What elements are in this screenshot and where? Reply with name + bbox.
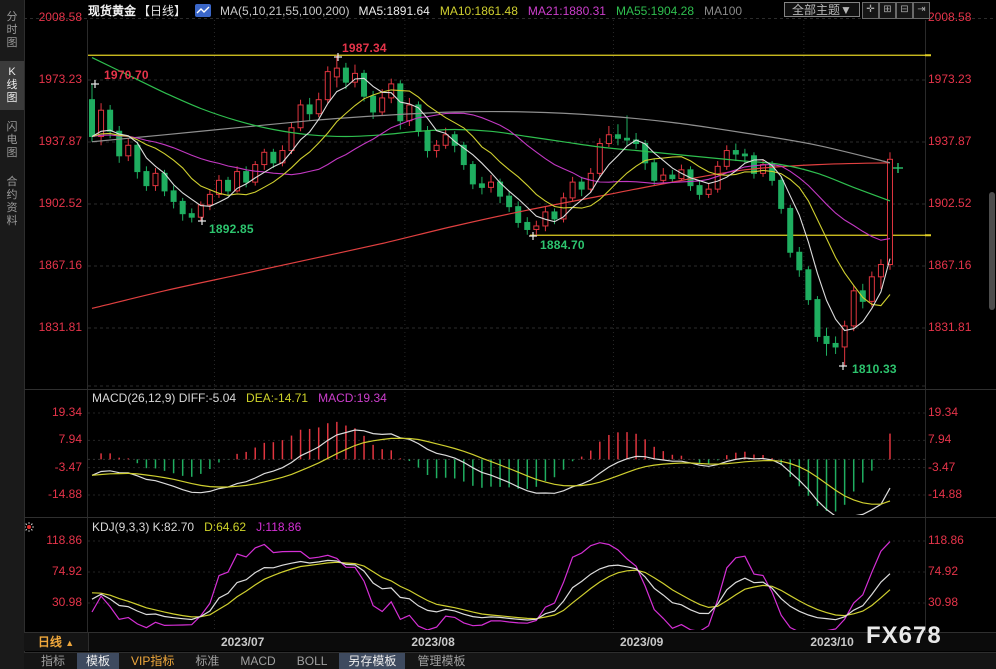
date-label: 2023/10 [810,635,853,649]
indicator-value-label: D:64.62 [204,520,246,534]
price-tick-left: 1831.81 [22,320,82,334]
price-tick-right: 1973.23 [928,72,988,86]
macd-tick-right: 7.94 [928,432,988,446]
bottom-tab-3[interactable]: 标准 [186,653,228,669]
ma-value-label: MA5:1891.64 [358,4,429,18]
watermark: FX678 [866,622,942,650]
indicator-value-label: J:118.86 [256,520,301,534]
indicator-value-label: MACD(26,12,9) DIFF:-5.04 [92,391,236,405]
top-header: 现货黄金 【日线】 MA(5,10,21,55,100,200) MA5:189… [88,0,742,21]
line-chart-icon [195,4,211,17]
period-tag: 【日线】 [138,2,186,19]
price-tick-right: 1867.16 [928,258,988,272]
price-tick-right: 1902.52 [928,196,988,210]
zoom-vertical-icon[interactable]: ⊞ [879,2,896,19]
price-tick-right: 1937.87 [928,134,988,148]
pan-right-icon[interactable]: ⇥ [913,2,930,19]
price-annotation: 1810.33 [852,362,897,376]
instrument-title: 现货黄金 [88,2,136,19]
indicator-value-label: DEA:-14.71 [246,391,308,405]
sidebar-item-kline-chart[interactable]: K 线 图 [0,61,24,110]
price-tick-left: 1973.23 [22,72,82,86]
date-label: 2023/09 [620,635,663,649]
macd-tick-left: 19.34 [22,405,82,419]
period-selector[interactable]: 日线 ▲ [24,633,89,651]
bottom-tab-bar: 指标模板VIP指标标准MACDBOLL另存模板管理模板 [24,652,996,669]
bottom-tab-2[interactable]: VIP指标 [122,653,183,669]
zoom-horizontal-icon[interactable]: ⊟ [896,2,913,19]
price-tick-right: 1831.81 [928,320,988,334]
price-tick-left: 2008.58 [22,10,82,24]
bottom-tab-5[interactable]: BOLL [288,653,337,669]
chart-canvas[interactable] [0,0,996,669]
sidebar-item-lightning-chart[interactable]: 闪 电 图 [0,116,24,165]
kdj-tick-right: 118.86 [928,533,988,547]
sidebar-item-contract-info[interactable]: 合 约 资 料 [0,171,24,233]
bottom-tab-4[interactable]: MACD [231,653,284,669]
macd-panel-header: MACD(26,12,9) DIFF:-5.04 DEA:-14.71 MACD:1… [92,391,387,405]
crosshair-icon[interactable]: ✛ [862,2,879,19]
scrollbar-thumb[interactable] [989,192,995,310]
date-label: 2023/08 [411,635,454,649]
ma-value-label: MA55:1904.28 [616,4,694,18]
kdj-tick-left: 118.86 [22,533,82,547]
bottom-tab-0[interactable]: 指标 [32,653,74,669]
chart-app: 分 时 图 K 线 图闪 电 图合 约 资 料 现货黄金 【日线】 MA(5,10… [0,0,996,669]
bottom-tab-7[interactable]: 管理模板 [408,653,474,669]
left-sidebar: 分 时 图 K 线 图闪 电 图合 约 资 料 [0,0,25,669]
price-tick-left: 1867.16 [22,258,82,272]
kdj-tick-right: 74.92 [928,564,988,578]
sidebar-item-time-chart[interactable]: 分 时 图 [0,6,24,55]
kdj-tick-left: 74.92 [22,564,82,578]
price-annotation: 1970.70 [104,68,149,82]
kdj-panel-divider [24,517,996,518]
price-tick-right: 2008.58 [928,10,988,24]
ma-value-label: MA100 [704,4,742,18]
kdj-panel-header: KDJ(9,3,3) K:82.70 D:64.62 J:118.86 [92,520,301,534]
macd-tick-right: 19.34 [928,405,988,419]
ma-value-label: MA10:1861.48 [440,4,518,18]
theme-dropdown-button[interactable]: 全部主题▼ [784,2,860,17]
kdj-tick-right: 30.98 [928,595,988,609]
macd-tick-left: 7.94 [22,432,82,446]
indicator-value-label: KDJ(9,3,3) K:82.70 [92,520,194,534]
macd-panel-divider [24,389,996,390]
price-annotation: 1892.85 [209,222,254,236]
macd-tick-left: -3.47 [22,460,82,474]
ma-values: MA5:1891.64 MA10:1861.48 MA21:1880.31 MA55:… [358,4,742,18]
macd-tick-right: -14.88 [928,487,988,501]
price-tick-left: 1902.52 [22,196,82,210]
macd-tick-left: -14.88 [22,487,82,501]
ma-value-label: MA21:1880.31 [528,4,606,18]
date-label: 2023/07 [221,635,264,649]
macd-tick-right: -3.47 [928,460,988,474]
bottom-tab-6[interactable]: 另存模板 [339,653,405,669]
ma-settings-label: MA(5,10,21,55,100,200) [220,4,349,18]
indicator-value-label: MACD:19.34 [318,391,387,405]
bottom-tab-1[interactable]: 模板 [77,653,119,669]
price-annotation: 1884.70 [540,238,585,252]
kdj-tick-left: 30.98 [22,595,82,609]
price-tick-left: 1937.87 [22,134,82,148]
price-annotation: 1987.34 [342,41,387,55]
